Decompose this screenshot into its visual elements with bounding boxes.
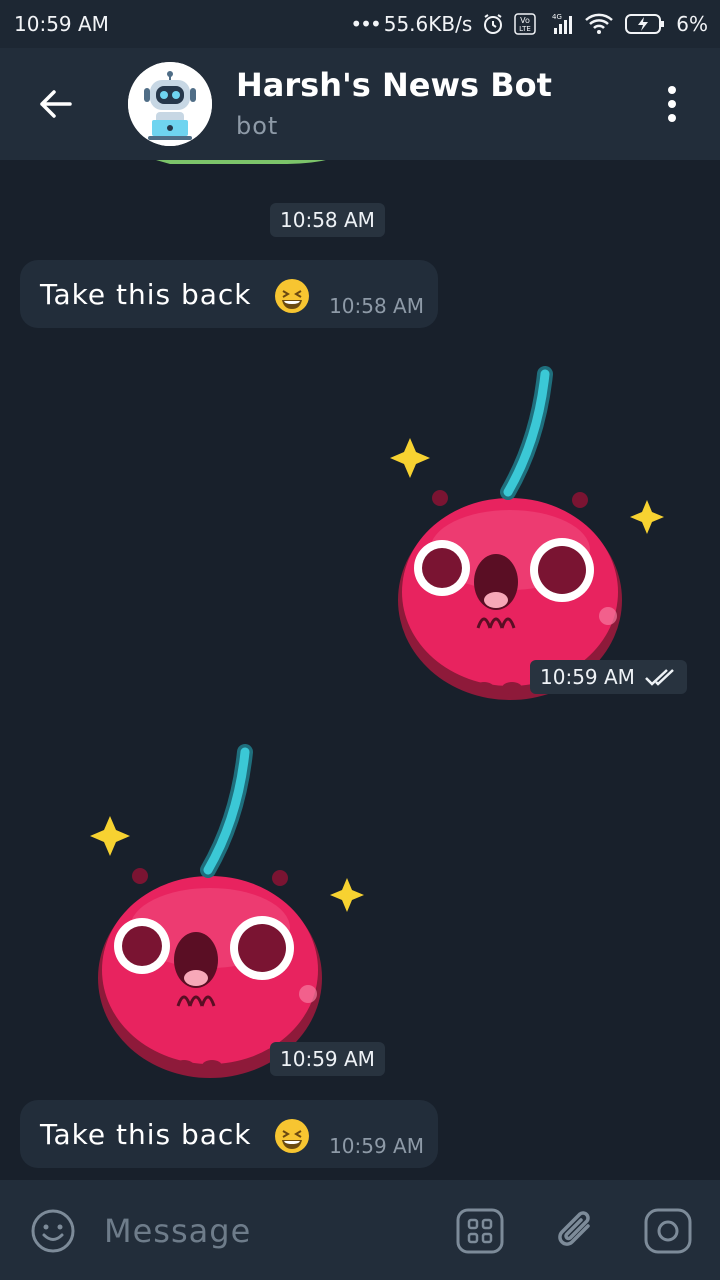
message-time: 10:58 AM — [270, 203, 385, 237]
message-list[interactable]: 10:58 AM Take this back 10:58 AM 10:59 A… — [0, 160, 720, 1180]
svg-text:Vo: Vo — [520, 16, 530, 25]
incoming-message[interactable]: Take this back 10:58 AM — [20, 260, 438, 328]
signal-4g-icon: 4G — [546, 12, 574, 36]
paperclip-icon — [558, 1211, 590, 1246]
cherry-sticker-icon — [90, 744, 364, 1078]
more-menu-button[interactable] — [662, 84, 682, 124]
wifi-icon — [584, 13, 614, 35]
cherry-sticker-icon — [390, 366, 664, 700]
speed-label: 55.6KB/s — [383, 12, 473, 36]
chat-header: Harsh's News Bot bot — [0, 48, 720, 160]
attach-button[interactable] — [554, 1206, 600, 1260]
avatar[interactable] — [128, 62, 212, 146]
message-time: 10:59 AM — [270, 1042, 385, 1076]
arrow-left-icon — [40, 90, 72, 118]
time-label: 10:59 AM — [280, 1047, 375, 1071]
message-text: Take this back — [40, 278, 252, 311]
sticker-message[interactable] — [80, 738, 380, 1078]
svg-text:LTE: LTE — [519, 25, 531, 33]
back-button[interactable] — [34, 84, 78, 124]
chat-title[interactable]: Harsh's News Bot — [236, 66, 552, 104]
incoming-message[interactable]: Take this back 10:59 AM — [20, 1100, 438, 1168]
alarm-icon — [482, 13, 504, 35]
svg-text:4G: 4G — [552, 13, 562, 21]
flower-sticker-icon — [156, 160, 326, 164]
laughing-emoji-icon — [275, 279, 309, 313]
battery-level: 6% — [676, 12, 708, 36]
dots-icon: ••• — [350, 12, 381, 36]
message-time: 10:59 AM — [329, 1134, 424, 1158]
status-icons: ••• 55.6KB/s Vo LTE 4G 6% — [350, 12, 708, 36]
camera-icon — [644, 1208, 692, 1254]
robot-avatar-icon — [128, 62, 212, 146]
time-label: 10:59 AM — [540, 665, 635, 689]
message-composer: Message — [0, 1180, 720, 1280]
sticker-message[interactable] — [380, 360, 680, 700]
camera-button[interactable] — [644, 1208, 692, 1258]
grid-icon — [456, 1208, 504, 1254]
double-check-icon — [645, 669, 674, 686]
smile-icon — [31, 1209, 75, 1253]
status-time: 10:59 AM — [14, 12, 109, 36]
emoji-button[interactable] — [30, 1208, 76, 1258]
more-vertical-icon — [668, 86, 676, 122]
message-time: 10:58 AM — [329, 294, 424, 318]
bot-commands-button[interactable] — [456, 1208, 504, 1258]
laughing-emoji-icon — [275, 1119, 309, 1153]
message-text: Take this back — [40, 1118, 252, 1151]
battery-charging-icon — [624, 13, 666, 35]
chat-subtitle: bot — [236, 112, 279, 140]
volte-icon: Vo LTE — [514, 13, 537, 35]
status-bar: 10:59 AM ••• 55.6KB/s Vo LTE 4G 6% — [0, 0, 720, 48]
time-label: 10:58 AM — [280, 208, 375, 232]
message-input[interactable]: Message — [104, 1212, 251, 1250]
sticker-message[interactable] — [80, 160, 380, 204]
message-time: 10:59 AM — [530, 660, 687, 694]
network-speed: ••• 55.6KB/s — [350, 12, 472, 36]
